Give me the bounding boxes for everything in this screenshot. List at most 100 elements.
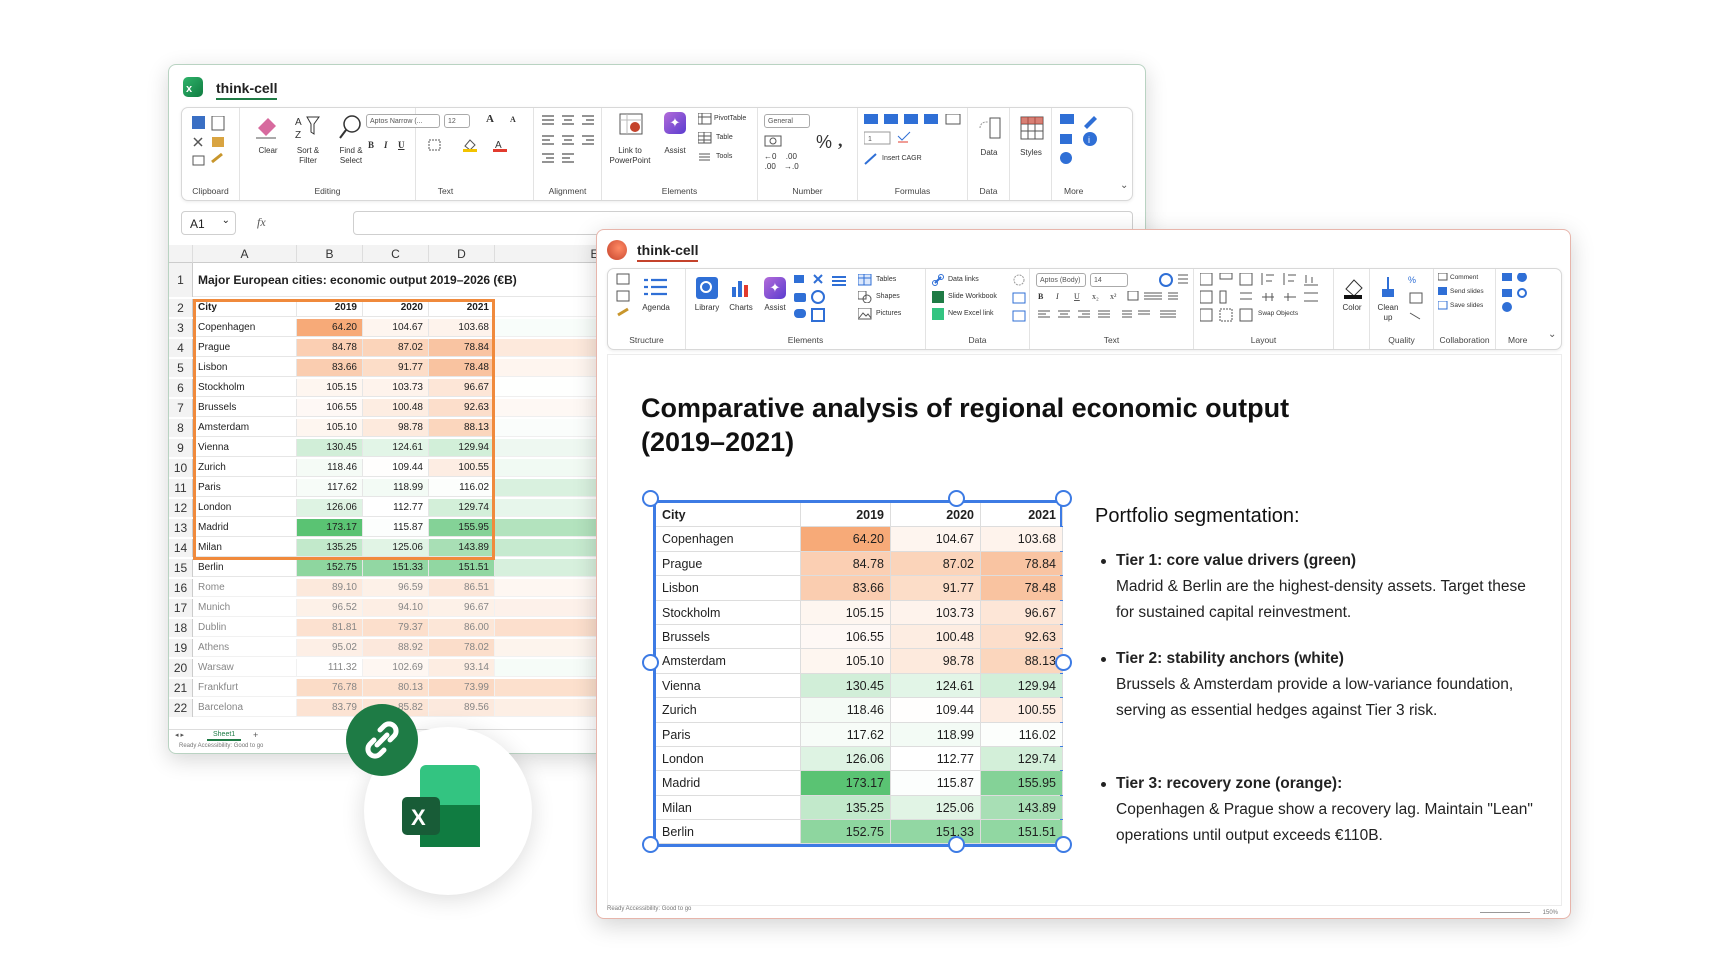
resize-handle[interactable] (1055, 490, 1072, 507)
insert-cagr-label[interactable]: Insert CAGR (882, 155, 922, 164)
table-cell[interactable]: 78.84 (981, 551, 1063, 576)
table-cell[interactable]: Lisbon (656, 576, 801, 600)
data-cell[interactable]: 84.78 (297, 339, 363, 357)
data-cell[interactable]: 124.61 (363, 439, 429, 457)
table-cell[interactable]: Paris (656, 722, 801, 746)
data-cell[interactable]: Munich (193, 599, 297, 617)
table-row[interactable]: Prague 84.78 87.02 78.84 (656, 551, 1063, 577)
send-slides-label[interactable]: Send slides (1450, 288, 1484, 296)
table-header-cell[interactable]: 2019 (801, 503, 891, 527)
agenda-label[interactable]: Agenda (638, 303, 674, 313)
data-cell[interactable]: Berlin (193, 559, 297, 577)
table-cell[interactable]: 129.74 (981, 746, 1063, 771)
data-cell[interactable]: 115.87 (363, 519, 429, 537)
data-cell[interactable]: Barcelona (193, 699, 297, 717)
currency-icon[interactable] (764, 134, 786, 148)
table-row[interactable]: Milan 135.25 125.06 143.89 (656, 795, 1063, 821)
table-cell[interactable]: 91.77 (891, 576, 981, 600)
sheet-tab[interactable]: Sheet1 (207, 730, 242, 741)
ppt-more-icons[interactable] (1502, 273, 1536, 319)
data-cell[interactable]: 96.67 (429, 379, 495, 397)
table-cell[interactable]: 130.45 (801, 673, 891, 698)
table-icon[interactable] (698, 132, 712, 144)
table-header-cell[interactable]: 2020 (891, 503, 981, 527)
row-header[interactable]: 6 (169, 379, 193, 397)
data-cell[interactable]: 129.74 (429, 499, 495, 517)
percent-icon[interactable]: % (816, 132, 832, 153)
data-cell[interactable]: 78.48 (429, 359, 495, 377)
data-cell[interactable]: 130.45 (297, 439, 363, 457)
table-row[interactable]: Amsterdam 105.10 98.78 88.13 (656, 649, 1063, 674)
data-cell[interactable]: Brussels (193, 399, 297, 417)
table-row[interactable]: Copenhagen 64.20 104.67 103.68 (656, 527, 1063, 552)
row-header[interactable]: 5 (169, 359, 193, 377)
pictures-label[interactable]: Pictures (876, 310, 901, 319)
data-cell[interactable]: 152.75 (297, 559, 363, 577)
table-header-cell[interactable]: City (656, 503, 801, 527)
swap-objects-label[interactable]: Swap Objects (1258, 310, 1298, 318)
table-cell[interactable]: Milan (656, 795, 801, 820)
resize-handle[interactable] (1055, 654, 1072, 671)
data-cell[interactable]: Copenhagen (193, 319, 297, 337)
shape-icons[interactable] (794, 273, 854, 325)
send-slides-icon[interactable] (1438, 287, 1448, 297)
row-header[interactable]: 4 (169, 339, 193, 357)
data-cell[interactable]: 89.56 (429, 699, 495, 717)
data-cell[interactable]: Paris (193, 479, 297, 497)
quality-icons[interactable]: % (1408, 273, 1428, 323)
data-cell[interactable]: 89.10 (297, 579, 363, 597)
table-cell[interactable]: 135.25 (801, 795, 891, 820)
data-cell[interactable]: 102.69 (363, 659, 429, 677)
resize-handle[interactable] (642, 490, 659, 507)
table-cell[interactable]: 118.46 (801, 698, 891, 722)
data-cell[interactable]: 80.13 (363, 679, 429, 697)
column-header[interactable]: C (363, 245, 429, 263)
resize-handle[interactable] (642, 654, 659, 671)
data-cell[interactable]: 96.59 (363, 579, 429, 597)
data-cell[interactable]: 105.10 (297, 419, 363, 437)
table-cell[interactable]: 83.66 (801, 576, 891, 600)
row-header[interactable]: 1 (169, 263, 193, 297)
table-cell[interactable]: 124.61 (891, 673, 981, 698)
text-format-icons[interactable]: B I Ux₂ x² (1036, 291, 1192, 323)
table-cell[interactable]: 103.68 (981, 527, 1063, 551)
data-cell[interactable]: Rome (193, 579, 297, 597)
table-cell[interactable]: 88.13 (981, 649, 1063, 673)
table-row[interactable]: Stockholm 105.15 103.73 96.67 (656, 600, 1063, 625)
data-cell[interactable]: Dublin (193, 619, 297, 637)
data-cell[interactable]: London (193, 499, 297, 517)
data-cell[interactable]: 86.51 (429, 579, 495, 597)
underline-icon[interactable]: U (398, 140, 405, 150)
clean-up-label[interactable]: Clean up (1372, 303, 1404, 323)
data-cell[interactable]: 129.94 (429, 439, 495, 457)
table-cell[interactable]: 78.48 (981, 576, 1063, 600)
data-icon[interactable] (978, 116, 1002, 140)
data-side-icons[interactable] (1012, 273, 1026, 323)
data-cell[interactable]: 135.25 (297, 539, 363, 557)
tables-icon[interactable] (858, 274, 872, 286)
table-cell[interactable]: 109.44 (891, 698, 981, 722)
agenda-icon[interactable] (644, 277, 668, 297)
table-cell[interactable]: 152.75 (801, 820, 891, 844)
data-cell[interactable]: Frankfurt (193, 679, 297, 697)
slide-canvas[interactable]: Comparative analysis of regional economi… (607, 354, 1562, 906)
data-cell[interactable]: Zurich (193, 459, 297, 477)
tools-icon[interactable] (698, 151, 712, 163)
data-cell[interactable]: Stockholm (193, 379, 297, 397)
data-cell[interactable]: Prague (193, 339, 297, 357)
select-all-corner[interactable] (169, 245, 193, 263)
header-cell[interactable]: 2020 (363, 299, 429, 317)
data-cell[interactable]: 73.99 (429, 679, 495, 697)
comma-style-icon[interactable]: , (838, 130, 843, 151)
table-header-cell[interactable]: 2021 (981, 503, 1063, 527)
slide-workbook-label[interactable]: Slide Workbook (948, 293, 997, 302)
column-header[interactable]: B (297, 245, 363, 263)
table-cell[interactable]: 87.02 (891, 551, 981, 576)
shrink-font-icon[interactable]: A (510, 115, 516, 124)
table-cell[interactable]: 100.55 (981, 698, 1063, 722)
table-cell[interactable]: Amsterdam (656, 649, 801, 673)
row-header[interactable]: 11 (169, 479, 193, 497)
data-cell[interactable]: 96.52 (297, 599, 363, 617)
data-cell[interactable]: 112.77 (363, 499, 429, 517)
table-row[interactable]: Brussels 106.55 100.48 92.63 (656, 624, 1063, 650)
